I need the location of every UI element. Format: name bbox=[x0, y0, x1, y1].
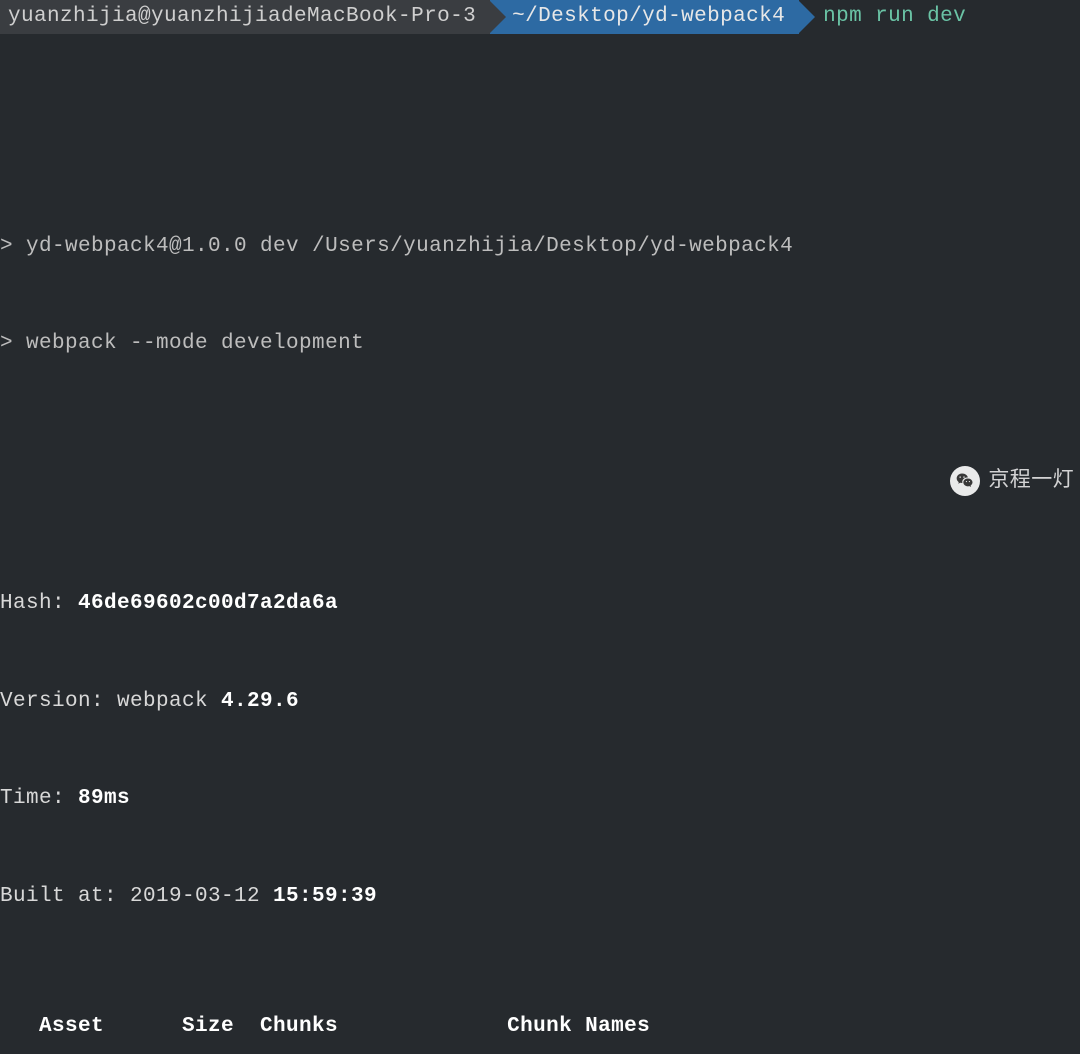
npm-script-line-1: > yd-webpack4@1.0.0 dev /Users/yuanzhiji… bbox=[0, 231, 1080, 264]
stats-time: Time: 89ms bbox=[0, 783, 1080, 816]
wechat-icon bbox=[950, 466, 980, 496]
prompt-user-host: yuanzhijia@yuanzhijiadeMacBook-Pro-3 bbox=[0, 0, 490, 34]
watermark: 京程一灯 bbox=[950, 464, 1074, 497]
watermark-text: 京程一灯 bbox=[988, 464, 1074, 497]
command-text: npm run dev bbox=[823, 1, 966, 34]
path-text: ~/Desktop/yd-webpack4 bbox=[512, 1, 785, 34]
terminal-output: > yd-webpack4@1.0.0 dev /Users/yuanzhiji… bbox=[0, 34, 1080, 1054]
asset-table-header: Asset Size Chunks Chunk Names bbox=[0, 1011, 1080, 1044]
shell-prompt: yuanzhijia@yuanzhijiadeMacBook-Pro-3 ~/D… bbox=[0, 0, 1080, 34]
user-host-text: yuanzhijia@yuanzhijiadeMacBook-Pro-3 bbox=[8, 1, 476, 34]
npm-script-line-2: > webpack --mode development bbox=[0, 328, 1080, 361]
stats-hash: Hash: 46de69602c00d7a2da6a bbox=[0, 588, 1080, 621]
prompt-path: ~/Desktop/yd-webpack4 bbox=[490, 0, 799, 34]
command-input-area[interactable]: npm run dev bbox=[799, 0, 966, 34]
stats-version: Version: webpack 4.29.6 bbox=[0, 686, 1080, 719]
stats-built-at: Built at: 2019-03-12 15:59:39 bbox=[0, 881, 1080, 914]
